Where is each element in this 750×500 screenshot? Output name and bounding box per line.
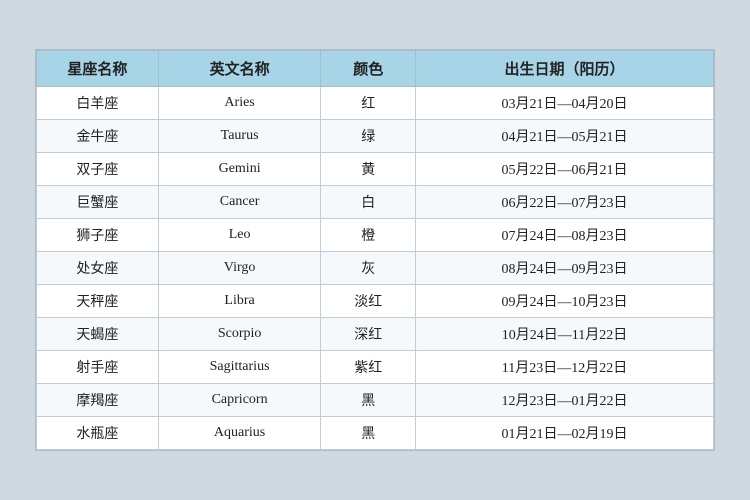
zodiac-date: 03月21日—04月20日 xyxy=(416,87,714,120)
table-row: 摩羯座Capricorn黑12月23日—01月22日 xyxy=(37,384,714,417)
zodiac-table-container: 星座名称 英文名称 颜色 出生日期（阳历） 白羊座Aries红03月21日—04… xyxy=(35,49,715,451)
table-row: 水瓶座Aquarius黑01月21日—02月19日 xyxy=(37,417,714,450)
zodiac-date: 04月21日—05月21日 xyxy=(416,120,714,153)
header-color: 颜色 xyxy=(321,51,416,87)
zodiac-en: Libra xyxy=(158,285,320,318)
zodiac-cn: 双子座 xyxy=(37,153,159,186)
zodiac-en: Sagittarius xyxy=(158,351,320,384)
zodiac-date: 05月22日—06月21日 xyxy=(416,153,714,186)
zodiac-en: Gemini xyxy=(158,153,320,186)
zodiac-en: Aries xyxy=(158,87,320,120)
zodiac-en: Capricorn xyxy=(158,384,320,417)
zodiac-date: 10月24日—11月22日 xyxy=(416,318,714,351)
zodiac-en: Leo xyxy=(158,219,320,252)
zodiac-color: 黄 xyxy=(321,153,416,186)
zodiac-color: 灰 xyxy=(321,252,416,285)
zodiac-cn: 天蝎座 xyxy=(37,318,159,351)
zodiac-table: 星座名称 英文名称 颜色 出生日期（阳历） 白羊座Aries红03月21日—04… xyxy=(36,50,714,450)
zodiac-en: Cancer xyxy=(158,186,320,219)
zodiac-date: 12月23日—01月22日 xyxy=(416,384,714,417)
zodiac-color: 橙 xyxy=(321,219,416,252)
zodiac-color: 黑 xyxy=(321,417,416,450)
zodiac-cn: 水瓶座 xyxy=(37,417,159,450)
zodiac-cn: 天秤座 xyxy=(37,285,159,318)
table-row: 处女座Virgo灰08月24日—09月23日 xyxy=(37,252,714,285)
zodiac-en: Virgo xyxy=(158,252,320,285)
zodiac-color: 淡红 xyxy=(321,285,416,318)
zodiac-color: 紫红 xyxy=(321,351,416,384)
table-row: 天秤座Libra淡红09月24日—10月23日 xyxy=(37,285,714,318)
zodiac-date: 01月21日—02月19日 xyxy=(416,417,714,450)
zodiac-date: 09月24日—10月23日 xyxy=(416,285,714,318)
zodiac-cn: 白羊座 xyxy=(37,87,159,120)
header-en-name: 英文名称 xyxy=(158,51,320,87)
zodiac-color: 白 xyxy=(321,186,416,219)
zodiac-cn: 摩羯座 xyxy=(37,384,159,417)
table-header-row: 星座名称 英文名称 颜色 出生日期（阳历） xyxy=(37,51,714,87)
zodiac-cn: 处女座 xyxy=(37,252,159,285)
zodiac-date: 07月24日—08月23日 xyxy=(416,219,714,252)
table-row: 金牛座Taurus绿04月21日—05月21日 xyxy=(37,120,714,153)
zodiac-color: 深红 xyxy=(321,318,416,351)
zodiac-en: Aquarius xyxy=(158,417,320,450)
zodiac-cn: 狮子座 xyxy=(37,219,159,252)
table-row: 天蝎座Scorpio深红10月24日—11月22日 xyxy=(37,318,714,351)
table-row: 狮子座Leo橙07月24日—08月23日 xyxy=(37,219,714,252)
zodiac-cn: 射手座 xyxy=(37,351,159,384)
zodiac-en: Scorpio xyxy=(158,318,320,351)
header-cn-name: 星座名称 xyxy=(37,51,159,87)
table-row: 双子座Gemini黄05月22日—06月21日 xyxy=(37,153,714,186)
zodiac-color: 黑 xyxy=(321,384,416,417)
zodiac-color: 红 xyxy=(321,87,416,120)
zodiac-en: Taurus xyxy=(158,120,320,153)
zodiac-date: 06月22日—07月23日 xyxy=(416,186,714,219)
table-row: 射手座Sagittarius紫红11月23日—12月22日 xyxy=(37,351,714,384)
zodiac-cn: 巨蟹座 xyxy=(37,186,159,219)
table-body: 白羊座Aries红03月21日—04月20日金牛座Taurus绿04月21日—0… xyxy=(37,87,714,450)
table-row: 白羊座Aries红03月21日—04月20日 xyxy=(37,87,714,120)
header-date: 出生日期（阳历） xyxy=(416,51,714,87)
zodiac-color: 绿 xyxy=(321,120,416,153)
zodiac-date: 11月23日—12月22日 xyxy=(416,351,714,384)
zodiac-cn: 金牛座 xyxy=(37,120,159,153)
table-row: 巨蟹座Cancer白06月22日—07月23日 xyxy=(37,186,714,219)
zodiac-date: 08月24日—09月23日 xyxy=(416,252,714,285)
